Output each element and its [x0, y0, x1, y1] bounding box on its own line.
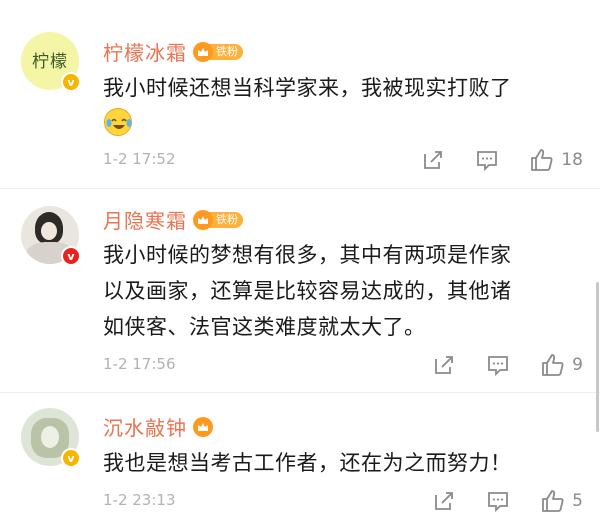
verified-badge: v — [61, 246, 81, 266]
share-icon — [435, 356, 454, 374]
fan-badge: 铁粉 — [193, 41, 243, 63]
comment-time: 1-2 17:52 — [103, 150, 176, 168]
verified-badge: v — [61, 448, 81, 468]
divider — [0, 392, 600, 393]
reply-button[interactable] — [486, 489, 510, 513]
crown-icon — [193, 209, 213, 230]
share-icon — [424, 151, 443, 169]
thumbs-up-icon — [531, 149, 553, 171]
scrollbar[interactable] — [596, 282, 599, 432]
comment-text-line: 以及画家，还算是比较容易达成的，其他诸 — [103, 279, 512, 303]
share-button[interactable] — [432, 353, 456, 377]
thumbs-up-icon — [542, 490, 564, 512]
like-button[interactable]: 5 — [540, 488, 583, 514]
avatar-label: 柠檬 — [32, 52, 68, 72]
username[interactable]: 柠檬冰霜 — [103, 37, 187, 66]
divider — [0, 188, 600, 189]
comment-text-line: 如侠客、法官这类难度就太大了。 — [103, 315, 426, 339]
verified-badge: v — [61, 72, 81, 92]
comment-text: 我也是想当考古工作者，还在为之而努力！ — [103, 451, 512, 475]
crown-icon — [193, 41, 213, 62]
avatar[interactable]: v — [21, 206, 81, 266]
laughing-crying-emoji-icon — [104, 108, 132, 136]
comment-time: 1-2 17:56 — [103, 355, 176, 373]
comment-text-line: 我小时候的梦想有很多，其中有两项是作家 — [103, 243, 512, 267]
comment-icon — [477, 151, 498, 172]
username[interactable]: 月隐寒霜 — [103, 205, 187, 234]
fan-badge — [193, 416, 213, 438]
reply-button[interactable] — [486, 353, 510, 377]
thumbs-up-icon — [542, 354, 564, 376]
comment-icon — [488, 492, 509, 513]
avatar[interactable]: 柠檬 v — [21, 32, 81, 92]
comment-text: 我小时候的梦想有很多，其中有两项是作家 以及画家，还算是比较容易达成的，其他诸 … — [103, 237, 583, 345]
fan-badge: 铁粉 — [193, 209, 243, 231]
like-count: 18 — [561, 150, 583, 170]
like-button[interactable]: 9 — [540, 352, 583, 378]
username[interactable]: 沉水敲钟 — [103, 412, 187, 441]
like-count: 5 — [572, 491, 583, 511]
comment-text: 我小时候还想当科学家来，我被现实打败了 — [103, 76, 512, 100]
reply-button[interactable] — [475, 148, 499, 172]
crown-icon — [193, 416, 213, 437]
share-icon — [435, 492, 454, 510]
avatar[interactable]: v — [21, 408, 81, 468]
share-button[interactable] — [432, 489, 456, 513]
share-button[interactable] — [421, 148, 445, 172]
comment-time: 1-2 23:13 — [103, 491, 176, 509]
comment-icon — [488, 356, 509, 377]
like-button[interactable]: 18 — [529, 147, 583, 173]
like-count: 9 — [572, 355, 583, 375]
